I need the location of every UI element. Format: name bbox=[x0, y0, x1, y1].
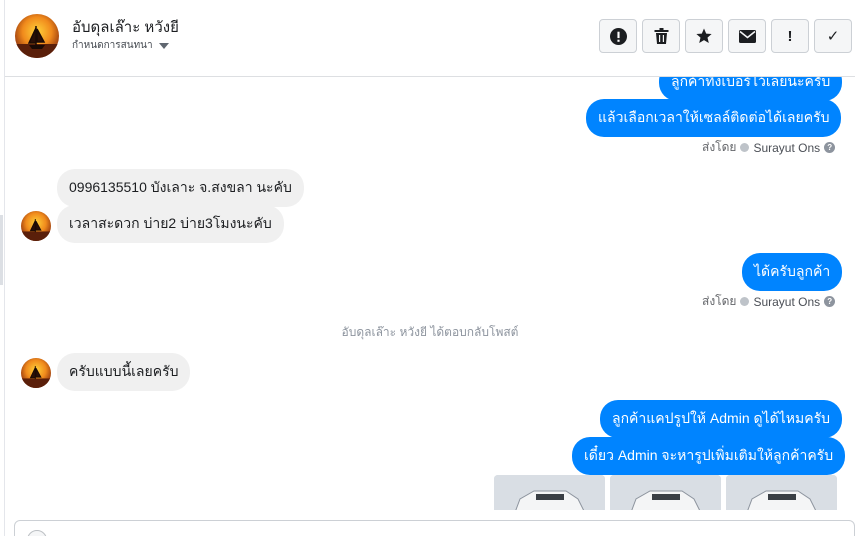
delete-button[interactable] bbox=[642, 19, 680, 53]
scroll-indicator[interactable] bbox=[0, 215, 3, 285]
verified-icon bbox=[740, 143, 750, 152]
mark-done-button[interactable]: ✓ bbox=[814, 19, 852, 53]
conversation-status[interactable]: กำหนดการสนทนา bbox=[72, 38, 169, 53]
message-bubble-incoming[interactable]: 0996135510 บังเลาะ จ.สงขลา นะคับ bbox=[57, 169, 304, 207]
caret-down-icon bbox=[158, 42, 169, 49]
agent-name[interactable]: Surayut Ons bbox=[753, 295, 820, 309]
conversation-actions: ! ✓ bbox=[599, 19, 852, 53]
check-icon: ✓ bbox=[826, 28, 840, 45]
exclamation-icon: ! bbox=[787, 27, 793, 45]
verified-icon bbox=[740, 297, 750, 306]
message-thread[interactable]: ลูกค้าทิ้งเบอร์ไว้เลยนะครับ แล้วเลือกเวล… bbox=[5, 77, 855, 510]
sent-by-label: ส่งโดย bbox=[702, 140, 737, 154]
conversation-status-label: กำหนดการสนทนา bbox=[72, 40, 153, 51]
report-button[interactable] bbox=[599, 19, 637, 53]
contact-avatar-small[interactable] bbox=[21, 211, 51, 241]
star-icon bbox=[696, 28, 712, 43]
help-icon[interactable]: ? bbox=[824, 142, 836, 153]
message-bubble-outgoing[interactable]: ลูกค้าทิ้งเบอร์ไว้เลยนะครับ bbox=[659, 77, 843, 101]
image-attachment[interactable] bbox=[610, 475, 721, 510]
message-composer[interactable] bbox=[14, 520, 855, 536]
image-attachment[interactable] bbox=[494, 475, 605, 510]
message-bubble-outgoing[interactable]: เดี๋ยว Admin จะหารูปเพิ่มเติมให้ลูกค้าคร… bbox=[572, 437, 846, 475]
message-bubble-incoming[interactable]: เวลาสะดวก บ่าย2 บ่าย3โมงนะคับ bbox=[57, 205, 284, 243]
star-button[interactable] bbox=[685, 19, 723, 53]
help-icon[interactable]: ? bbox=[824, 296, 836, 307]
conversation-header: อับดุลเล๊าะ หวังยี กำหนดการสนทนา ! ✓ bbox=[5, 0, 855, 77]
reply-notice: อับดุลเล๊าะ หวังยี ได้ตอบกลับโพสต์ bbox=[341, 325, 519, 339]
message-bubble-outgoing[interactable]: แล้วเลือกเวลาให้เซลล์ติดต่อได้เลยครับ bbox=[586, 99, 842, 137]
contact-avatar-small[interactable] bbox=[21, 358, 51, 388]
message-bubble-incoming[interactable]: ครับแบบนี้เลยครับ bbox=[57, 353, 191, 391]
image-attachment[interactable] bbox=[726, 475, 837, 510]
agent-avatar-icon bbox=[27, 530, 47, 536]
message-bubble-outgoing[interactable]: ลูกค้าแคปรูปให้ Admin ดูได้ไหมครับ bbox=[600, 400, 842, 438]
alert-circle-icon bbox=[609, 27, 627, 45]
sent-by-info: ส่งโดย Surayut Ons ? bbox=[702, 292, 836, 311]
mail-button[interactable] bbox=[728, 19, 766, 53]
flag-important-button[interactable]: ! bbox=[771, 19, 809, 53]
agent-name[interactable]: Surayut Ons bbox=[753, 141, 820, 155]
contact-avatar[interactable] bbox=[15, 14, 59, 58]
trash-icon bbox=[654, 28, 668, 44]
message-bubble-outgoing[interactable]: ได้ครับลูกค้า bbox=[742, 253, 843, 291]
sent-by-label: ส่งโดย bbox=[702, 294, 737, 308]
contact-name[interactable]: อับดุลเล๊าะ หวังยี bbox=[72, 15, 179, 39]
envelope-icon bbox=[738, 29, 756, 43]
sent-by-info: ส่งโดย Surayut Ons ? bbox=[702, 138, 836, 157]
